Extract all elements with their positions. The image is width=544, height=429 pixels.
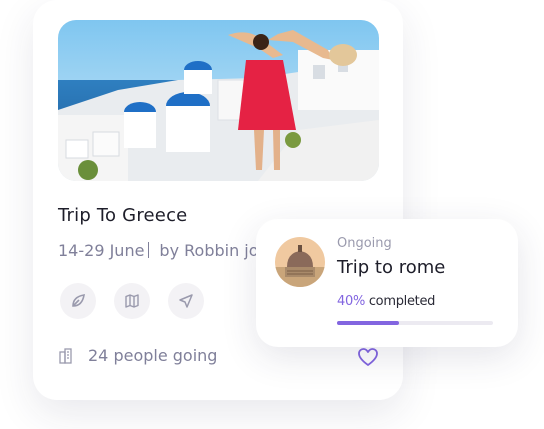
people-going: 24 people going	[58, 346, 217, 365]
progress-bar-fill	[337, 321, 400, 325]
ongoing-trip-name: Trip to rome	[337, 257, 446, 278]
heart-icon[interactable]	[356, 345, 380, 369]
trip-dates: 14-29 June	[58, 241, 145, 260]
map-icon[interactable]	[114, 283, 150, 319]
trip-photo	[58, 20, 379, 181]
progress-text: 40% completed	[337, 294, 435, 309]
trip-actions	[60, 283, 204, 319]
meta-divider	[148, 242, 150, 258]
rome-avatar	[275, 237, 325, 287]
progress-bar	[337, 321, 493, 325]
building-icon	[59, 347, 72, 364]
send-icon[interactable]	[168, 283, 204, 319]
trip-status: Ongoing	[337, 236, 392, 251]
trip-author: by Robbin jo	[159, 241, 259, 260]
progress-label: completed	[365, 294, 436, 309]
trip-title: Trip To Greece	[58, 205, 188, 226]
ongoing-trip-popup[interactable]: Ongoing Trip to rome 40% completed	[256, 219, 518, 347]
leaf-icon[interactable]	[60, 283, 96, 319]
people-going-text: 24 people going	[88, 346, 218, 365]
trip-meta: 14-29 June by Robbin jo	[58, 241, 259, 260]
progress-percent: 40%	[337, 294, 365, 309]
